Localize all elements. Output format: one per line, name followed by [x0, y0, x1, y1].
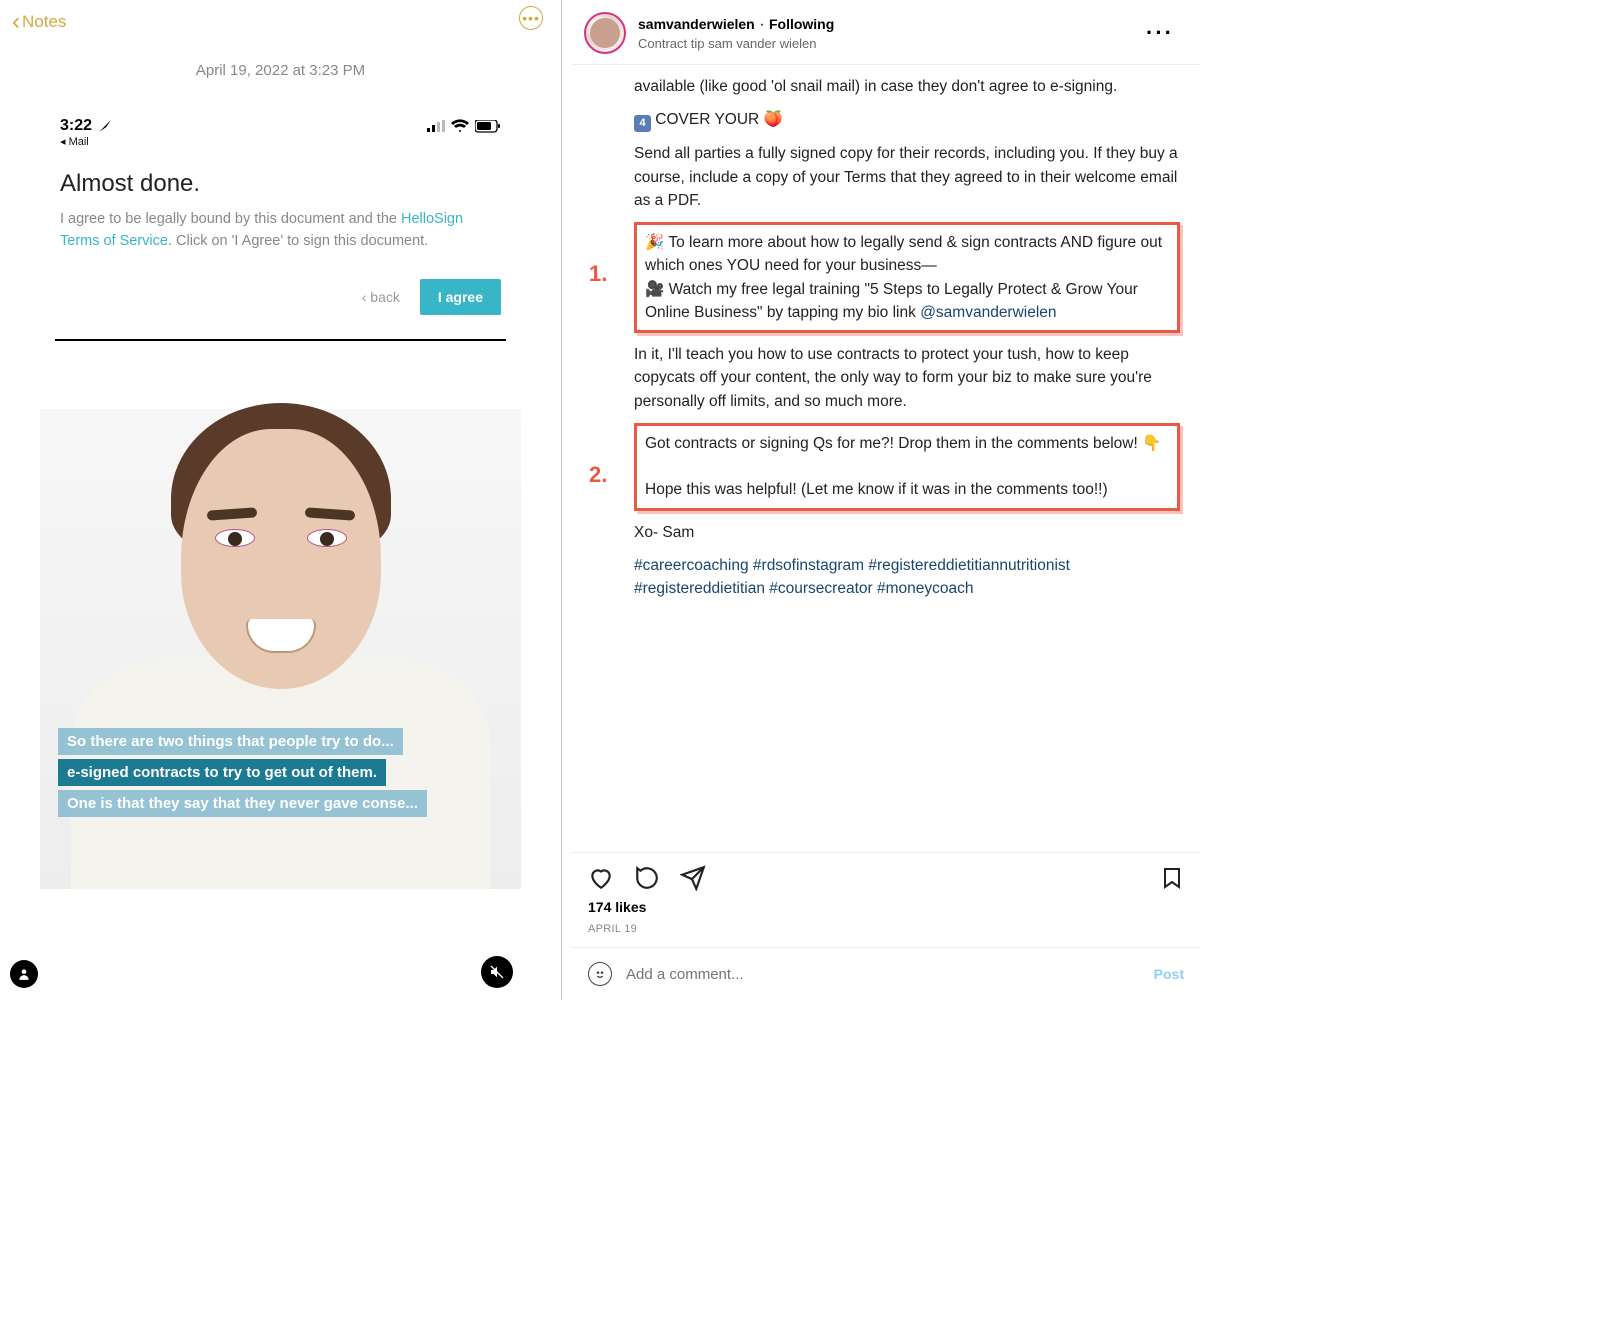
more-options-icon[interactable]: ••• — [519, 6, 543, 30]
comment-icon[interactable] — [634, 865, 660, 891]
caption-paragraph: available (like good 'ol snail mail) in … — [634, 75, 1180, 98]
save-icon[interactable] — [1160, 865, 1184, 891]
phone-time: 3:22 — [60, 117, 92, 135]
keycap-4-icon: 4 — [634, 115, 651, 132]
mute-icon[interactable] — [481, 956, 513, 988]
share-icon[interactable] — [680, 865, 706, 891]
annotation-number: 2. — [589, 458, 607, 491]
caption-paragraph: Send all parties a fully signed copy for… — [634, 142, 1180, 212]
location-icon — [98, 119, 112, 133]
post-date: APRIL 19 — [572, 919, 1200, 947]
post-actions — [572, 852, 1200, 895]
note-timestamp: April 19, 2022 at 3:23 PM — [0, 44, 561, 109]
comment-input[interactable] — [626, 966, 1140, 983]
post-comment-button[interactable]: Post — [1154, 966, 1184, 982]
caption-signoff: Xo- Sam — [634, 521, 1180, 544]
avatar[interactable] — [584, 12, 626, 54]
mention-link[interactable]: @samvanderwielen — [920, 304, 1056, 321]
peach-icon: 🍑 — [764, 111, 783, 128]
notes-label: Notes — [22, 12, 66, 32]
emoji-picker-icon[interactable] — [588, 962, 612, 986]
wifi-icon — [451, 119, 469, 133]
username[interactable]: samvanderwielen — [638, 16, 755, 32]
caption-line: e-signed contracts to try to get out of … — [58, 759, 386, 786]
signing-body: I agree to be legally bound by this docu… — [60, 208, 501, 253]
caption-paragraph: In it, I'll teach you how to use contrac… — [634, 343, 1180, 413]
likes-count[interactable]: 174 likes — [572, 895, 1200, 919]
video-captions: So there are two things that people try … — [48, 726, 427, 819]
chevron-left-icon: ‹ — [12, 8, 20, 36]
caption-line: So there are two things that people try … — [58, 728, 403, 755]
annotation-highlight-2: 2. Got contracts or signing Qs for me?! … — [634, 423, 1180, 511]
video-panel: ‹ Notes ••• April 19, 2022 at 3:23 PM 3:… — [0, 0, 562, 1000]
presenter-image: So there are two things that people try … — [40, 409, 521, 889]
video-content[interactable]: 3:22 ◂ Mail — [40, 109, 521, 889]
post-more-icon[interactable]: ··· — [1146, 20, 1188, 46]
signal-icon — [427, 120, 445, 132]
post-subtitle: Contract tip sam vander wielen — [638, 36, 834, 51]
annotation-number: 1. — [589, 257, 607, 290]
like-icon[interactable] — [588, 865, 614, 891]
signing-card: Almost done. I agree to be legally bound… — [40, 148, 521, 265]
caption-line: One is that they say that they never gav… — [58, 790, 427, 817]
battery-icon — [475, 120, 501, 133]
divider — [55, 339, 506, 341]
comment-composer: Post — [572, 947, 1200, 1000]
post-details-panel: samvanderwielen · Following Contract tip… — [562, 0, 1200, 1000]
agree-button[interactable]: I agree — [420, 279, 501, 315]
post-caption: available (like good 'ol snail mail) in … — [572, 65, 1200, 852]
tagged-people-icon[interactable] — [10, 960, 38, 988]
back-button[interactable]: ‹ back — [362, 289, 400, 305]
caption-paragraph: 4 COVER YOUR 🍑 — [634, 108, 1180, 132]
mail-back-link[interactable]: ◂ Mail — [40, 135, 521, 148]
following-status[interactable]: Following — [769, 16, 834, 32]
phone-status-bar: 3:22 — [40, 109, 521, 135]
hashtags[interactable]: #careercoaching #rdsofinstagram #registe… — [634, 554, 1180, 601]
signing-title: Almost done. — [60, 170, 501, 198]
notes-back[interactable]: ‹ Notes ••• — [0, 0, 561, 44]
post-header: samvanderwielen · Following Contract tip… — [572, 0, 1200, 65]
annotation-highlight-1: 1. 🎉 To learn more about how to legally … — [634, 222, 1180, 333]
dot-separator: · — [759, 16, 769, 33]
